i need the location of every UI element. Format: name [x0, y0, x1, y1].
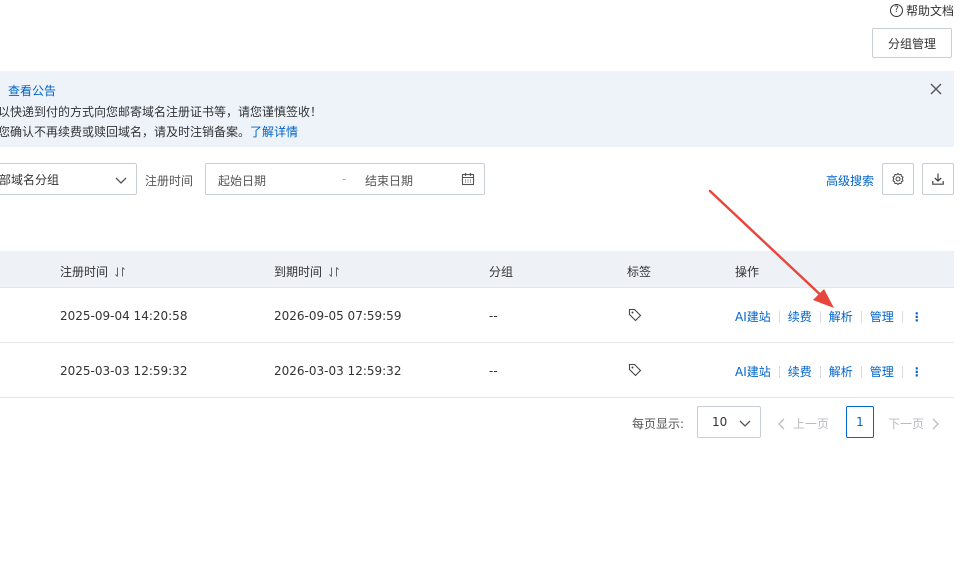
notice-banner: 查看公告 以快递到付的方式向您邮寄域名注册证书等，请您谨慎签收！ 您确认不再续费… — [0, 71, 954, 147]
group-cell: -- — [489, 364, 498, 378]
renew-link[interactable]: 续费 — [788, 308, 812, 325]
dns-resolve-link[interactable]: 解析 — [829, 363, 853, 380]
help-docs-label: 帮助文档 — [905, 3, 954, 18]
per-page-label: 每页显示: — [632, 417, 685, 431]
manage-link[interactable]: 管理 — [870, 363, 894, 380]
notice-line-2-text: 您确认不再续费或赎回域名，请及时注销备案。 — [0, 125, 251, 139]
column-header-actions: 操作 — [735, 265, 760, 279]
calendar-icon — [461, 173, 475, 186]
tag-icon[interactable] — [628, 363, 642, 377]
group-manage-label: 分组管理 — [887, 36, 936, 51]
expire-time-header-label: 到期时间 — [274, 265, 323, 279]
sort-icon[interactable] — [114, 266, 126, 278]
action-divider — [860, 310, 862, 323]
column-settings-button[interactable] — [882, 163, 914, 195]
date-separator: - — [342, 172, 347, 186]
sort-icon[interactable] — [328, 266, 340, 278]
notice-title-link[interactable]: 查看公告 — [8, 82, 56, 99]
chevron-down-icon — [115, 177, 127, 184]
advanced-search-link[interactable]: 高级搜索 — [826, 172, 874, 189]
row-actions: AI建站 续费 解析 管理 ⋮ — [735, 308, 923, 325]
manage-link[interactable]: 管理 — [870, 308, 894, 325]
renew-link[interactable]: 续费 — [788, 363, 812, 380]
action-divider — [819, 365, 821, 378]
prev-page-button[interactable]: 上一页 — [777, 415, 829, 432]
reg-time-cell: 2025-09-04 14:20:58 — [60, 309, 188, 323]
notice-line-1: 以快递到付的方式向您邮寄域名注册证书等，请您谨慎签收！ — [0, 105, 323, 119]
tag-icon[interactable] — [628, 308, 642, 322]
domain-group-select-value: 部域名分组 — [0, 172, 60, 187]
reg-time-filter-label: 注册时间 — [145, 174, 194, 188]
help-docs-link[interactable]: ? 帮助文档 — [889, 2, 954, 18]
table-row: 2025-09-04 14:20:58 2026-09-05 07:59:59 … — [0, 288, 954, 343]
reg-time-cell: 2025-03-03 12:59:32 — [60, 364, 188, 378]
chevron-left-icon — [778, 418, 785, 429]
page-number-current[interactable]: 1 — [846, 406, 874, 438]
column-header-reg-time[interactable]: 注册时间 — [60, 263, 126, 280]
gear-icon — [892, 172, 904, 186]
ai-build-site-link[interactable]: AI建站 — [735, 363, 771, 380]
action-divider — [778, 365, 780, 378]
more-actions-icon[interactable]: ⋮ — [911, 310, 923, 324]
start-date-input[interactable]: 起始日期 — [218, 172, 266, 189]
expire-time-cell: 2026-03-03 12:59:32 — [274, 364, 402, 378]
expire-time-cell: 2026-09-05 07:59:59 — [274, 309, 402, 323]
next-page-label: 下一页 — [888, 417, 925, 431]
dns-resolve-link[interactable]: 解析 — [829, 308, 853, 325]
next-page-button[interactable]: 下一页 — [888, 415, 940, 432]
group-manage-button[interactable]: 分组管理 — [872, 28, 952, 58]
notice-line-2: 您确认不再续费或赎回域名，请及时注销备案。了解详情 — [0, 123, 298, 140]
action-divider — [860, 365, 862, 378]
action-divider — [819, 310, 821, 323]
table-header: 注册时间 到期时间 分组 标签 操作 — [0, 251, 954, 288]
download-icon — [932, 173, 944, 185]
close-icon[interactable] — [929, 82, 943, 96]
date-range-picker[interactable]: 起始日期 - 结束日期 — [205, 163, 485, 195]
per-page-value: 10 — [712, 415, 728, 429]
learn-more-link[interactable]: 了解详情 — [250, 125, 298, 139]
action-divider — [901, 310, 903, 323]
action-divider — [778, 310, 780, 323]
ai-build-site-link[interactable]: AI建站 — [735, 308, 771, 325]
export-button[interactable] — [922, 163, 954, 195]
domain-group-select[interactable]: 部域名分组 — [0, 163, 137, 195]
chevron-down-icon — [739, 420, 751, 427]
chevron-right-icon — [932, 418, 939, 429]
action-divider — [901, 365, 903, 378]
more-actions-icon[interactable]: ⋮ — [911, 365, 923, 379]
column-header-group: 分组 — [489, 265, 514, 279]
reg-time-header-label: 注册时间 — [60, 265, 109, 279]
prev-page-label: 上一页 — [793, 417, 830, 431]
column-header-expire-time[interactable]: 到期时间 — [274, 263, 340, 280]
table-row: 2025-03-03 12:59:32 2026-03-03 12:59:32 … — [0, 343, 954, 398]
column-header-tags: 标签 — [627, 265, 652, 279]
per-page-select[interactable]: 10 — [697, 406, 761, 438]
end-date-input[interactable]: 结束日期 — [365, 172, 413, 189]
question-icon: ? — [889, 3, 903, 17]
row-actions: AI建站 续费 解析 管理 ⋮ — [735, 363, 923, 380]
group-cell: -- — [489, 309, 498, 323]
